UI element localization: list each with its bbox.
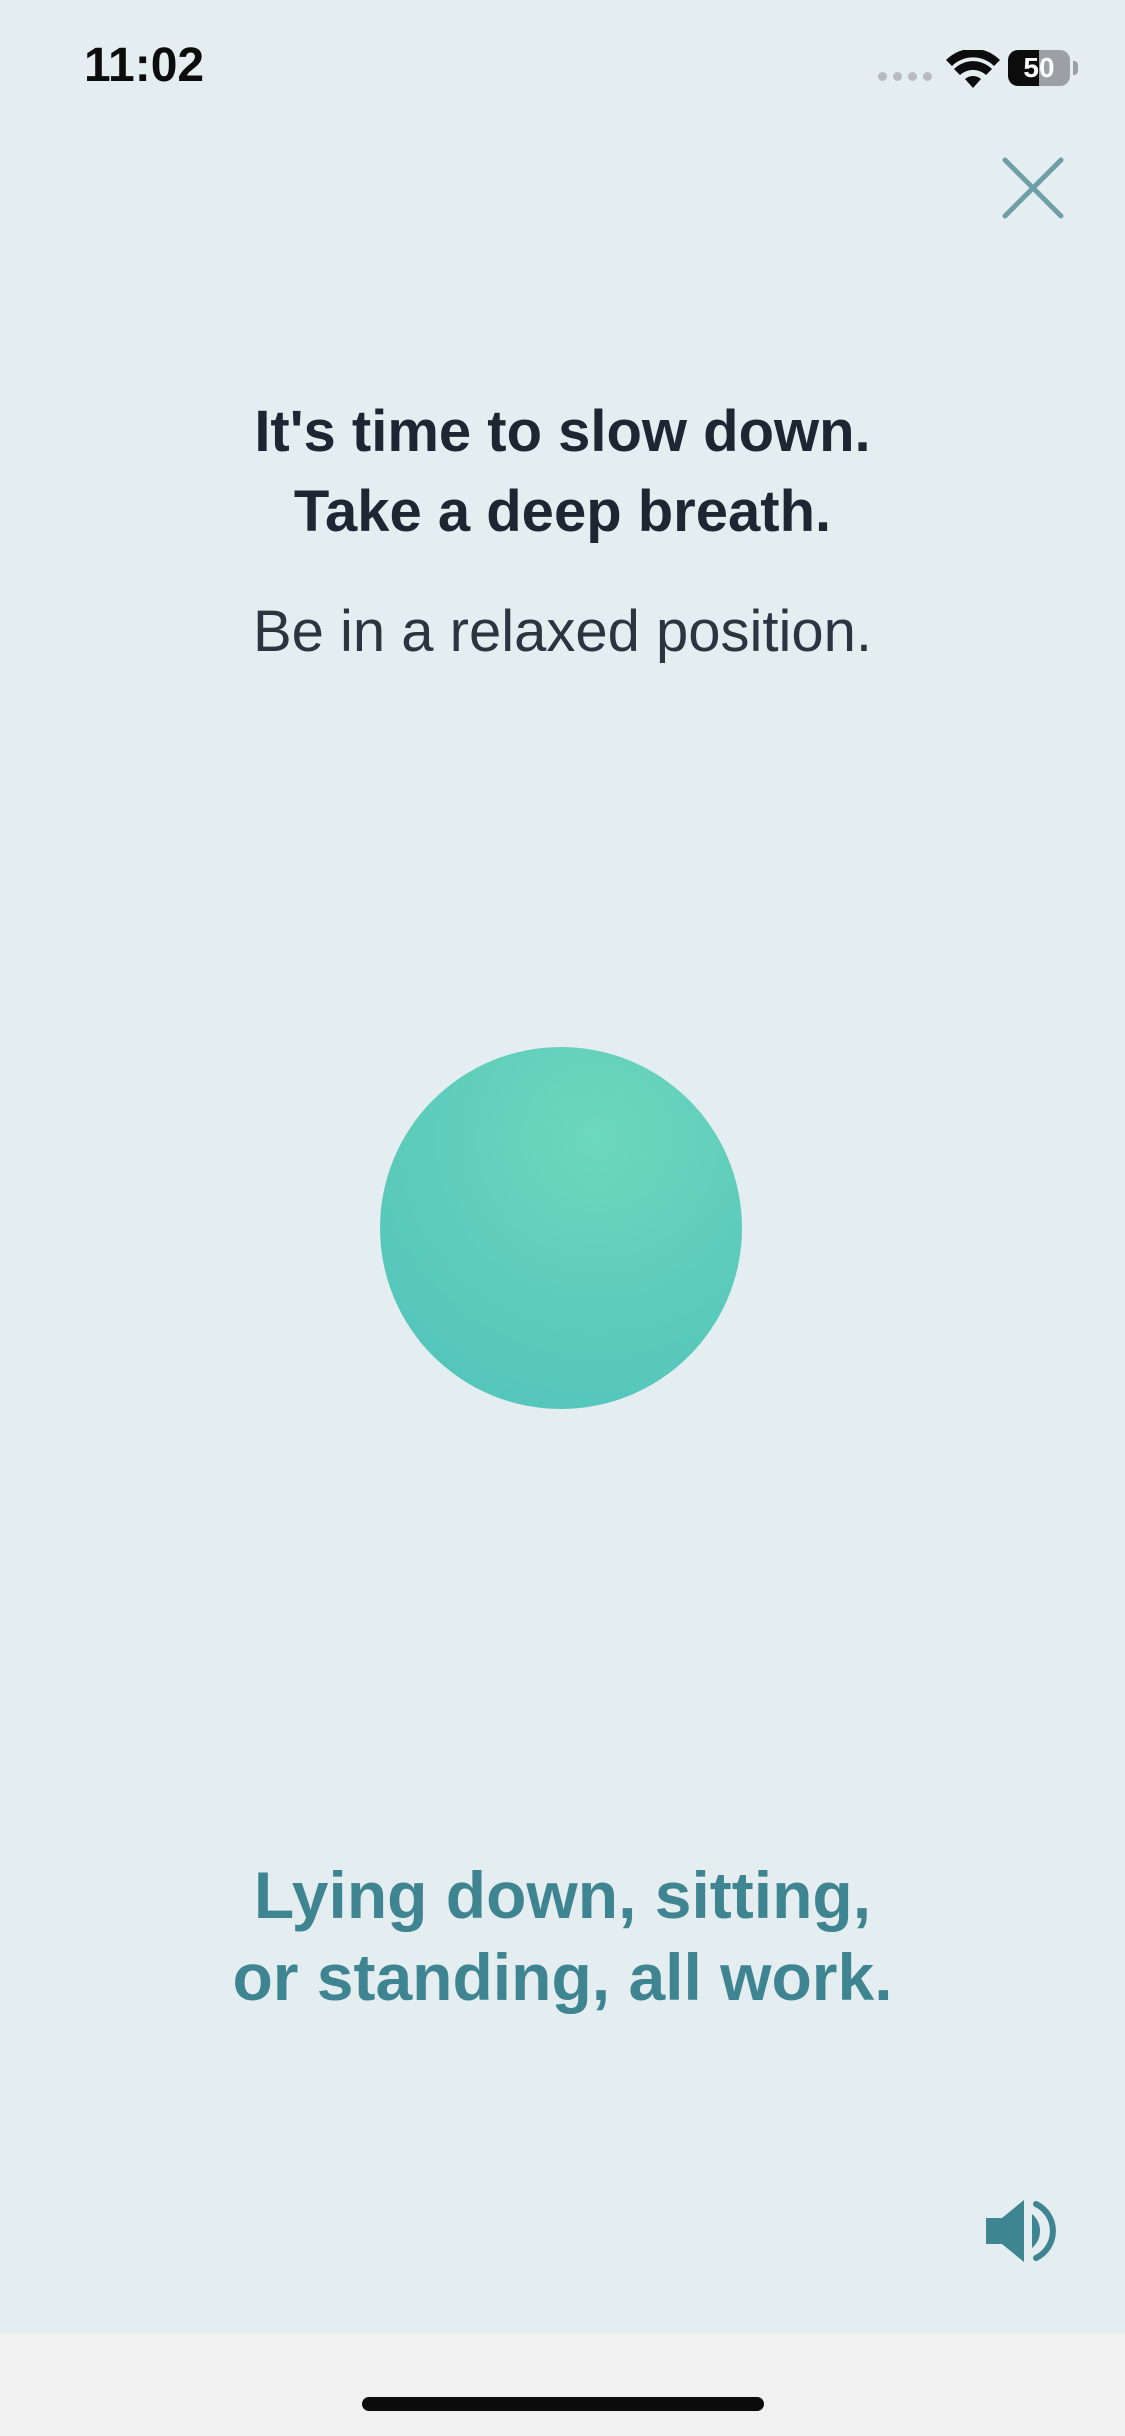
- status-bar: 11:02 50: [0, 0, 1125, 140]
- position-instruction: Lying down, sitting, or standing, all wo…: [0, 1854, 1125, 2018]
- close-icon: [1002, 157, 1064, 219]
- home-indicator-area: [0, 2333, 1125, 2436]
- speaker-volume-icon: [986, 2200, 1056, 2262]
- prompt-title-line2: Take a deep breath.: [293, 479, 832, 544]
- instruction-line1: Lying down, sitting,: [253, 1858, 872, 1932]
- wifi-icon: [946, 50, 1000, 88]
- prompt-title: It's time to slow down. Take a deep brea…: [0, 392, 1125, 552]
- battery-icon: 50: [1008, 50, 1070, 86]
- breathing-circle: [380, 1047, 742, 1409]
- home-indicator[interactable]: [362, 2397, 764, 2411]
- battery-nub: [1073, 61, 1078, 75]
- sound-toggle-button[interactable]: [982, 2196, 1056, 2266]
- cellular-signal-icon: [878, 72, 932, 81]
- instruction-line2: or standing, all work.: [232, 1940, 893, 2014]
- battery-level: 50: [1023, 52, 1055, 83]
- close-button[interactable]: [995, 150, 1071, 226]
- prompt-subtitle: Be in a relaxed position.: [252, 599, 873, 664]
- prompt-title-line1: It's time to slow down.: [254, 399, 871, 464]
- status-time: 11:02: [84, 39, 205, 92]
